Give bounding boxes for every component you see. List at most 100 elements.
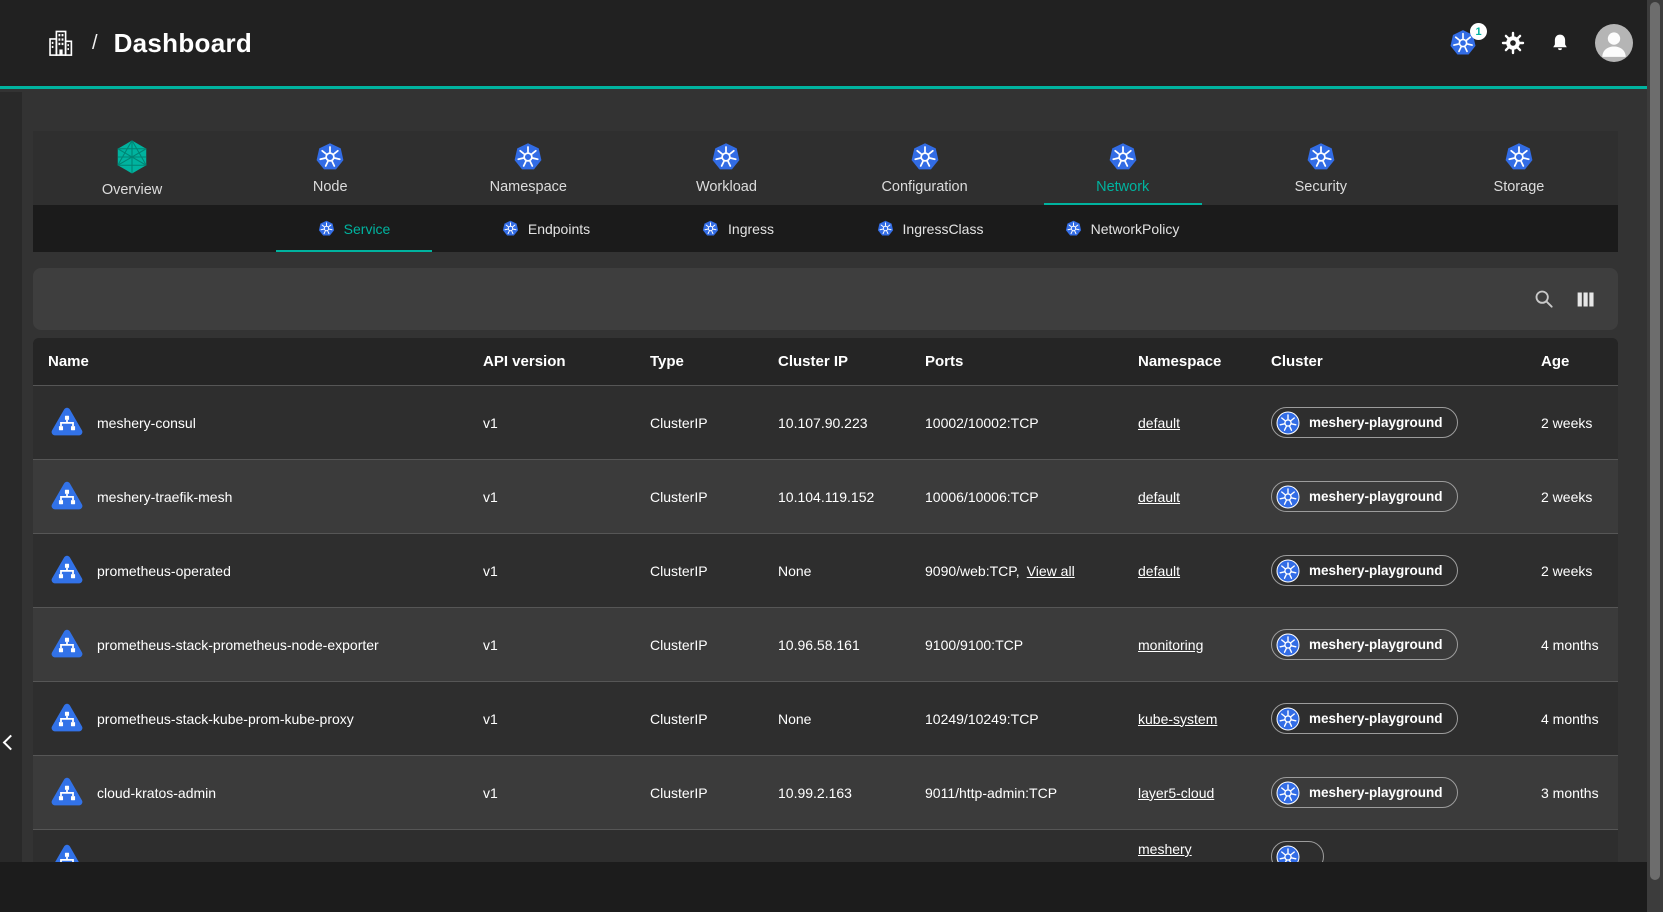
table-header-row: Name API version Type Cluster IP Ports N…	[33, 338, 1618, 385]
subtab-ingress[interactable]: Ingress	[658, 205, 818, 252]
cluster-chip[interactable]: meshery-playground	[1271, 481, 1458, 512]
view-columns-icon[interactable]	[1575, 289, 1596, 310]
namespace-link[interactable]: default	[1138, 489, 1180, 505]
col-header-namespace[interactable]: Namespace	[1138, 353, 1271, 370]
search-icon[interactable]	[1533, 288, 1555, 310]
service-icon	[48, 626, 86, 664]
cell-type: ClusterIP	[650, 785, 778, 801]
subtab-service[interactable]: Service	[274, 205, 434, 252]
table-row[interactable]: meshery-traefik-mesh v1 ClusterIP 10.104…	[33, 459, 1618, 533]
app-header: / Dashboard 1	[0, 0, 1647, 89]
tab-workload[interactable]: Workload	[627, 131, 825, 205]
tab-network[interactable]: Network	[1024, 131, 1222, 205]
subtab-endpoints[interactable]: Endpoints	[466, 205, 626, 252]
namespace-link[interactable]: meshery	[1138, 841, 1192, 857]
kubernetes-icon	[318, 220, 335, 237]
cell-type: ClusterIP	[650, 711, 778, 727]
table-row[interactable]: cloud-kratos-admin v1 ClusterIP 10.99.2.…	[33, 755, 1618, 829]
table-row[interactable]: prometheus-stack-prometheus-node-exporte…	[33, 607, 1618, 681]
kubernetes-icon	[1504, 142, 1534, 172]
table-row[interactable]: prometheus-operated v1 ClusterIP None 90…	[33, 533, 1618, 607]
connection-count-badge: 1	[1470, 23, 1487, 40]
tab-node[interactable]: Node	[231, 131, 429, 205]
service-name: cloud-kratos-admin	[97, 785, 216, 801]
service-icon	[48, 841, 86, 862]
cluster-chip[interactable]: meshery-playground	[1271, 777, 1458, 808]
subtab-ingressclass[interactable]: IngressClass	[850, 205, 1010, 252]
scrollbar	[1647, 0, 1663, 912]
table-row-partial[interactable]: meshery	[33, 829, 1618, 862]
kubernetes-connection-icon[interactable]: 1	[1449, 29, 1477, 57]
tab-namespace[interactable]: Namespace	[429, 131, 627, 205]
namespace-link[interactable]: kube-system	[1138, 711, 1217, 727]
namespace-link[interactable]: default	[1138, 563, 1180, 579]
gear-icon[interactable]	[1501, 31, 1525, 55]
cell-api-version: v1	[483, 489, 650, 505]
bell-icon[interactable]	[1549, 32, 1571, 54]
col-header-api-version[interactable]: API version	[483, 353, 650, 370]
col-header-cluster-ip[interactable]: Cluster IP	[778, 353, 925, 370]
kubernetes-icon	[1276, 781, 1300, 805]
cell-api-version: v1	[483, 711, 650, 727]
cell-api-version: v1	[483, 785, 650, 801]
cluster-chip[interactable]	[1271, 841, 1324, 862]
scrollbar-thumb[interactable]	[1650, 2, 1660, 880]
cell-type: ClusterIP	[650, 415, 778, 431]
service-icon	[48, 404, 86, 442]
cell-ports: 9090/web:TCP,View all	[925, 563, 1138, 579]
kubernetes-icon	[1276, 707, 1300, 731]
tab-overview[interactable]: Overview	[33, 131, 231, 205]
kubernetes-icon	[513, 142, 543, 172]
service-icon	[48, 700, 86, 738]
col-header-name[interactable]: Name	[48, 353, 483, 370]
table-row[interactable]: meshery-consul v1 ClusterIP 10.107.90.22…	[33, 385, 1618, 459]
meshery-logo-icon	[114, 139, 150, 175]
cell-cluster-ip: None	[778, 563, 925, 579]
table-row[interactable]: prometheus-stack-kube-prom-kube-proxy v1…	[33, 681, 1618, 755]
kubernetes-icon	[1276, 633, 1300, 657]
cell-ports: 9011/http-admin:TCP	[925, 785, 1138, 801]
service-icon	[48, 774, 86, 812]
cell-age: 4 months	[1541, 637, 1618, 653]
cell-ports: 10249/10249:TCP	[925, 711, 1138, 727]
service-name: meshery-traefik-mesh	[97, 489, 232, 505]
service-name: prometheus-operated	[97, 563, 231, 579]
cluster-chip[interactable]: meshery-playground	[1271, 555, 1458, 586]
col-header-cluster[interactable]: Cluster	[1271, 353, 1541, 370]
cluster-chip[interactable]: meshery-playground	[1271, 407, 1458, 438]
col-header-ports[interactable]: Ports	[925, 353, 1138, 370]
tab-storage[interactable]: Storage	[1420, 131, 1618, 205]
cell-type: ClusterIP	[650, 563, 778, 579]
avatar[interactable]	[1595, 24, 1633, 62]
namespace-link[interactable]: monitoring	[1138, 637, 1203, 653]
cell-cluster-ip: 10.96.58.161	[778, 637, 925, 653]
cluster-chip[interactable]: meshery-playground	[1271, 703, 1458, 734]
service-icon	[48, 552, 86, 590]
service-name: prometheus-stack-kube-prom-kube-proxy	[97, 711, 354, 727]
cluster-chip[interactable]: meshery-playground	[1271, 629, 1458, 660]
cell-age: 2 weeks	[1541, 563, 1618, 579]
tab-configuration[interactable]: Configuration	[826, 131, 1024, 205]
col-header-type[interactable]: Type	[650, 353, 778, 370]
cell-cluster-ip: None	[778, 711, 925, 727]
subtab-networkpolicy[interactable]: NetworkPolicy	[1042, 205, 1202, 252]
cell-api-version: v1	[483, 563, 650, 579]
namespace-link[interactable]: default	[1138, 415, 1180, 431]
col-header-age[interactable]: Age	[1541, 353, 1618, 370]
cell-cluster-ip: 10.99.2.163	[778, 785, 925, 801]
cell-ports: 10006/10006:TCP	[925, 489, 1138, 505]
namespace-link[interactable]: layer5-cloud	[1138, 785, 1214, 801]
kubernetes-icon	[910, 142, 940, 172]
view-all-link[interactable]: View all	[1027, 563, 1075, 579]
tab-security[interactable]: Security	[1222, 131, 1420, 205]
breadcrumb: / Dashboard	[46, 28, 252, 59]
service-icon	[48, 478, 86, 516]
cell-api-version: v1	[483, 415, 650, 431]
kubernetes-icon	[1065, 220, 1082, 237]
building-icon[interactable]	[46, 28, 76, 58]
kubernetes-icon	[877, 220, 894, 237]
service-name: meshery-consul	[97, 415, 196, 431]
cell-ports: 9100/9100:TCP	[925, 637, 1138, 653]
kubernetes-icon	[702, 220, 719, 237]
kubernetes-icon	[711, 142, 741, 172]
